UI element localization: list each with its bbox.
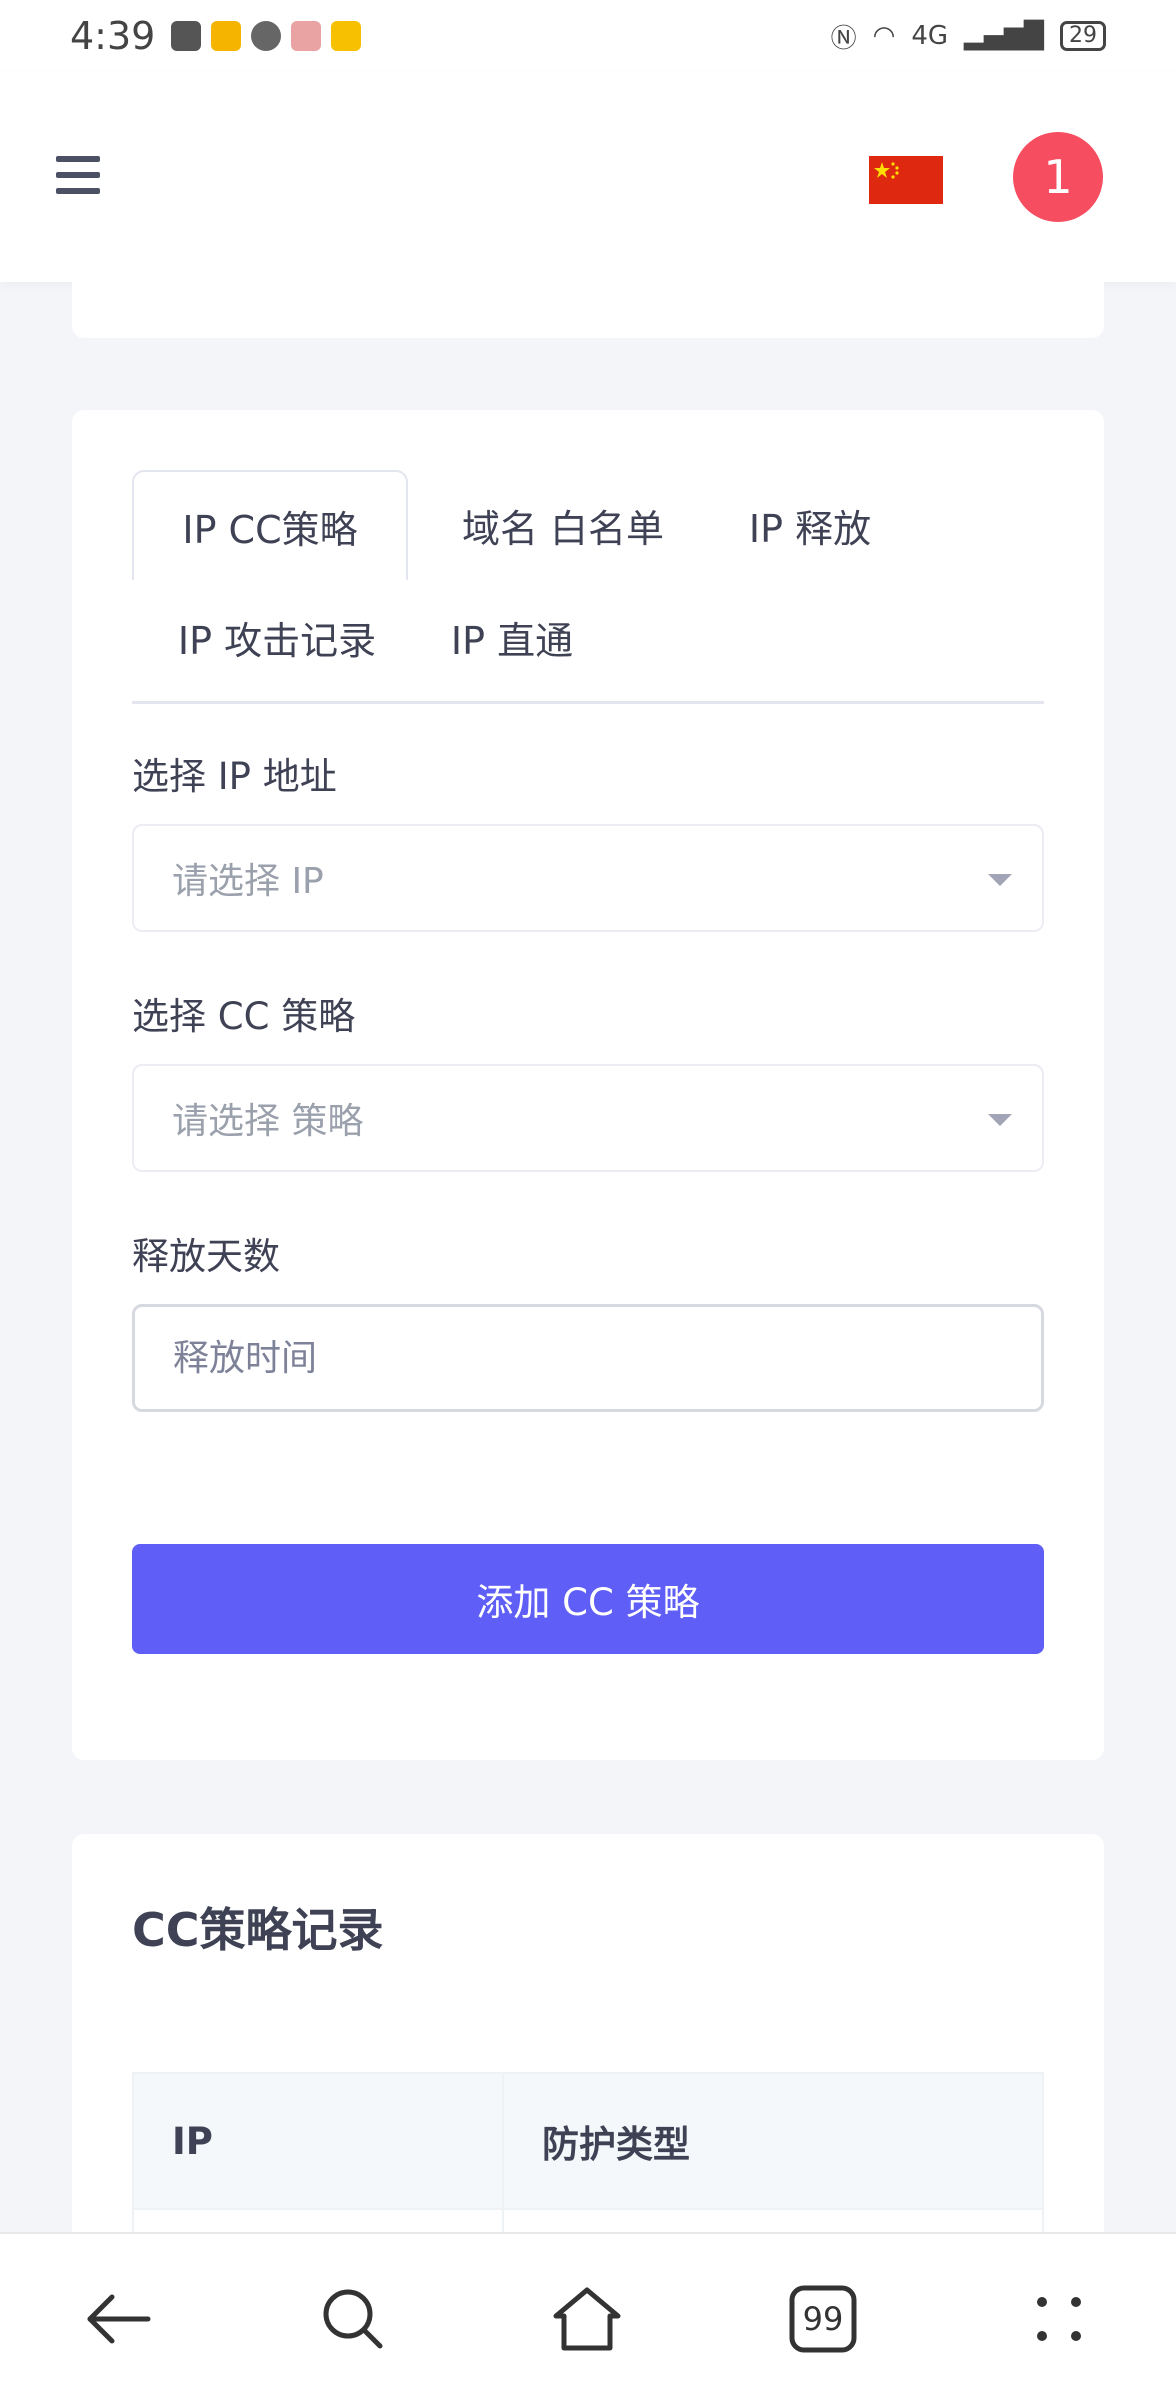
signal-icon: ▂▄▆█ bbox=[964, 21, 1044, 51]
weibo-icon bbox=[331, 21, 362, 51]
column-ip: IP bbox=[132, 2072, 504, 2210]
wechat-icon bbox=[251, 21, 282, 51]
column-protection-type: 防护类型 bbox=[502, 2072, 1044, 2210]
back-arrow-icon[interactable] bbox=[84, 2284, 154, 2354]
nfc-icon: Ⓝ bbox=[830, 23, 857, 54]
tab-count: 99 bbox=[802, 2300, 844, 2338]
policy-select-placeholder: 请选择 策略 bbox=[172, 1101, 364, 1142]
tab-ip-release[interactable]: IP 释放 bbox=[720, 470, 900, 580]
add-cc-policy-button[interactable]: 添加 CC 策略 bbox=[132, 1544, 1044, 1654]
status-bar: 4:39 Ⓝ ◠ 4G ▂▄▆█ 29 bbox=[0, 0, 1176, 72]
chevron-down-icon bbox=[988, 1114, 1012, 1126]
previous-card bbox=[72, 282, 1104, 338]
tab-bar: IP CC策略 域名 白名单 IP 释放 IP 攻击记录 IP 直通 bbox=[132, 470, 1044, 704]
message-icon bbox=[211, 21, 242, 51]
search-icon[interactable] bbox=[318, 2284, 388, 2354]
tab-domain-whitelist[interactable]: 域名 白名单 bbox=[428, 470, 698, 580]
ip-address-label: 选择 IP 地址 bbox=[132, 755, 337, 798]
release-days-label: 释放天数 bbox=[132, 1235, 280, 1278]
tab-ip-attack-log[interactable]: IP 攻击记录 bbox=[162, 582, 392, 692]
menu-icon[interactable] bbox=[56, 156, 100, 194]
cc-policy-card: IP CC策略 域名 白名单 IP 释放 IP 攻击记录 IP 直通 选择 IP… bbox=[72, 410, 1104, 1760]
app-icon bbox=[291, 21, 322, 51]
tab-ip-cc-policy[interactable]: IP CC策略 bbox=[132, 470, 408, 580]
network-type: 4G bbox=[911, 21, 949, 51]
browser-bottom-nav: 99 bbox=[0, 2232, 1176, 2400]
mail-icon bbox=[171, 21, 202, 51]
wifi-icon: ◠ bbox=[872, 21, 896, 51]
chevron-down-icon bbox=[988, 874, 1012, 886]
notification-badge[interactable]: 1 bbox=[1013, 132, 1103, 222]
status-time: 4:39 bbox=[70, 14, 156, 58]
policy-select[interactable]: 请选择 策略 bbox=[132, 1064, 1044, 1172]
tabs-button[interactable]: 99 bbox=[788, 2284, 858, 2354]
release-days-input[interactable] bbox=[132, 1304, 1044, 1412]
more-dots-icon[interactable] bbox=[1024, 2284, 1094, 2354]
app-header: 1 bbox=[0, 72, 1176, 282]
status-right: Ⓝ ◠ 4G ▂▄▆█ 29 bbox=[831, 18, 1106, 55]
china-flag-icon[interactable] bbox=[869, 156, 943, 204]
tab-ip-direct[interactable]: IP 直通 bbox=[422, 582, 602, 692]
table-header-row: IP 防护类型 bbox=[132, 2072, 1044, 2210]
records-title: CC策略记录 bbox=[132, 1903, 384, 1957]
ip-select-placeholder: 请选择 IP bbox=[172, 861, 324, 902]
battery-icon: 29 bbox=[1060, 21, 1106, 51]
flag-stars-icon bbox=[874, 162, 899, 179]
cc-policy-label: 选择 CC 策略 bbox=[132, 995, 356, 1038]
ip-select[interactable]: 请选择 IP bbox=[132, 824, 1044, 932]
home-icon[interactable] bbox=[552, 2284, 622, 2354]
notification-icons bbox=[171, 21, 362, 51]
